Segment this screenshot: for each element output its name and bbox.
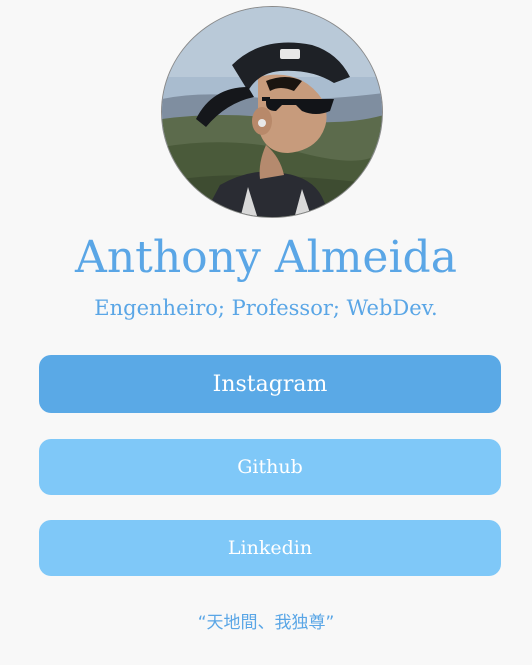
profile-name: Anthony Almeida xyxy=(75,232,457,283)
linkedin-link-label: Linkedin xyxy=(227,537,313,559)
instagram-link-button[interactable]: Instagram xyxy=(39,355,501,413)
github-link-label: Github xyxy=(237,456,303,478)
github-link-button[interactable]: Github xyxy=(39,439,501,495)
profile-tagline: Engenheiro; Professor; WebDev. xyxy=(94,296,438,320)
avatar-photo xyxy=(162,7,382,217)
footer-quote: “天地間、我独尊” xyxy=(197,613,335,633)
linkedin-link-button[interactable]: Linkedin xyxy=(39,520,501,576)
instagram-link-label: Instagram xyxy=(212,371,328,397)
profile-avatar xyxy=(161,6,383,218)
